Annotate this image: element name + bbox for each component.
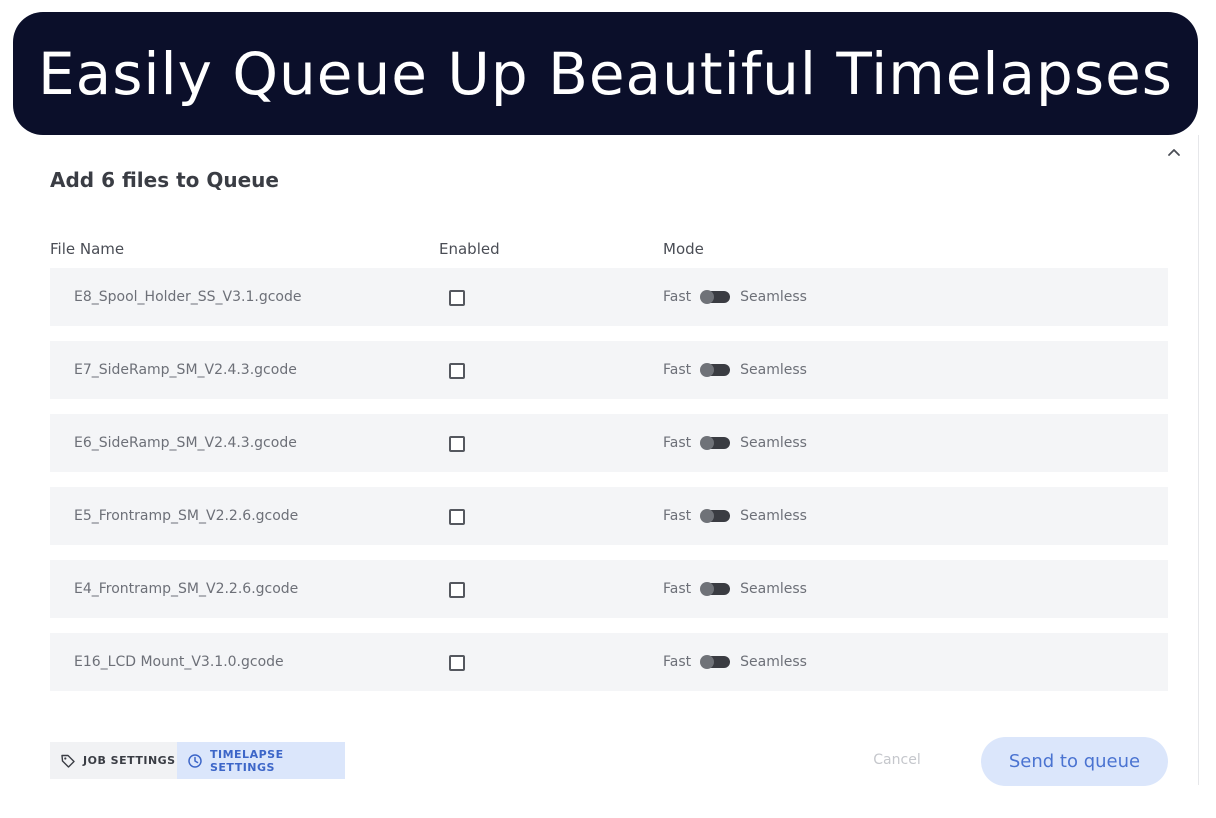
mode-fast-label: Fast [663, 581, 692, 597]
toggle-knob [700, 290, 715, 304]
column-header-mode: Mode [663, 240, 704, 258]
enabled-checkbox[interactable] [449, 582, 465, 598]
promo-banner: Easily Queue Up Beautiful Timelapses [13, 12, 1198, 135]
file-name: E16_LCD Mount_V3.1.0.gcode [74, 654, 284, 670]
enabled-checkbox[interactable] [449, 509, 465, 525]
banner-title: Easily Queue Up Beautiful Timelapses [38, 39, 1173, 108]
mode-toggle-group: Fast Seamless [663, 268, 807, 326]
file-name: E6_SideRamp_SM_V2.4.3.gcode [74, 435, 297, 451]
tag-icon [60, 753, 76, 769]
toggle-knob [700, 363, 715, 377]
toggle-knob [700, 582, 715, 596]
toggle-knob [700, 655, 715, 669]
cancel-button[interactable]: Cancel [862, 748, 932, 772]
tab-job-settings[interactable]: JOB SETTINGS [50, 742, 177, 779]
file-name: E5_Frontramp_SM_V2.2.6.gcode [74, 508, 299, 524]
app-root: Easily Queue Up Beautiful Timelapses Add… [0, 0, 1216, 818]
enabled-checkbox[interactable] [449, 363, 465, 379]
mode-fast-label: Fast [663, 654, 692, 670]
file-name: E7_SideRamp_SM_V2.4.3.gcode [74, 362, 297, 378]
mode-seamless-label: Seamless [740, 508, 807, 524]
mode-seamless-label: Seamless [740, 289, 807, 305]
mode-seamless-label: Seamless [740, 581, 807, 597]
enabled-checkbox[interactable] [449, 436, 465, 452]
mode-fast-label: Fast [663, 508, 692, 524]
file-name: E8_Spool_Holder_SS_V3.1.gcode [74, 289, 302, 305]
mode-fast-label: Fast [663, 435, 692, 451]
mode-toggle-group: Fast Seamless [663, 560, 807, 618]
clock-icon [187, 753, 203, 769]
mode-seamless-label: Seamless [740, 435, 807, 451]
toggle-knob [700, 436, 715, 450]
mode-fast-label: Fast [663, 362, 692, 378]
mode-toggle-group: Fast Seamless [663, 633, 807, 691]
table-row: E6_SideRamp_SM_V2.4.3.gcode Fast Seamles… [50, 414, 1168, 472]
chevron-up-icon[interactable] [1166, 145, 1182, 161]
send-to-queue-button[interactable]: Send to queue [981, 737, 1168, 786]
table-row: E5_Frontramp_SM_V2.2.6.gcode Fast Seamle… [50, 487, 1168, 545]
mode-toggle[interactable] [700, 582, 731, 596]
mode-toggle[interactable] [700, 655, 731, 669]
mode-toggle[interactable] [700, 363, 731, 377]
tab-job-settings-label: JOB SETTINGS [83, 754, 176, 767]
mode-toggle[interactable] [700, 290, 731, 304]
mode-toggle[interactable] [700, 436, 731, 450]
table-row: E16_LCD Mount_V3.1.0.gcode Fast Seamless [50, 633, 1168, 691]
enabled-checkbox[interactable] [449, 655, 465, 671]
table-row: E7_SideRamp_SM_V2.4.3.gcode Fast Seamles… [50, 341, 1168, 399]
mode-fast-label: Fast [663, 289, 692, 305]
dialog-title: Add 6 files to Queue [50, 168, 279, 192]
table-row: E8_Spool_Holder_SS_V3.1.gcode Fast Seaml… [50, 268, 1168, 326]
mode-seamless-label: Seamless [740, 362, 807, 378]
tab-timelapse-settings[interactable]: TIMELAPSE SETTINGS [177, 742, 345, 779]
mode-seamless-label: Seamless [740, 654, 807, 670]
tab-timelapse-settings-label: TIMELAPSE SETTINGS [210, 747, 284, 774]
mode-toggle-group: Fast Seamless [663, 487, 807, 545]
column-header-file-name: File Name [50, 240, 125, 258]
file-name: E4_Frontramp_SM_V2.2.6.gcode [74, 581, 299, 597]
mode-toggle-group: Fast Seamless [663, 414, 807, 472]
toggle-knob [700, 509, 715, 523]
mode-toggle[interactable] [700, 509, 731, 523]
mode-toggle-group: Fast Seamless [663, 341, 807, 399]
column-header-enabled: Enabled [439, 240, 500, 258]
enabled-checkbox[interactable] [449, 290, 465, 306]
table-row: E4_Frontramp_SM_V2.2.6.gcode Fast Seamle… [50, 560, 1168, 618]
